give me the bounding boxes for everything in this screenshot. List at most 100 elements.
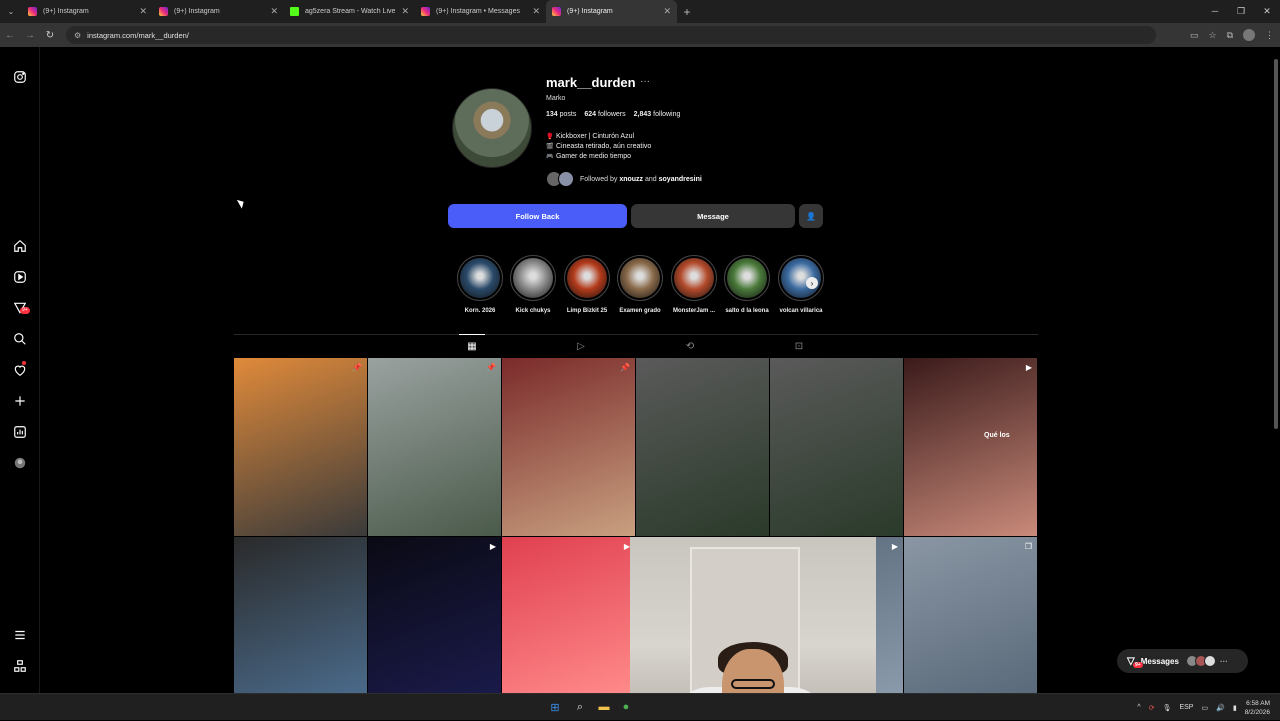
highlights-next-chevron-icon[interactable]: › (806, 277, 818, 289)
instagram-logo-icon[interactable] (12, 69, 28, 85)
dashboard-icon[interactable] (12, 424, 28, 440)
story-highlight[interactable]: salto d la leona (722, 255, 772, 314)
post-thumbnail[interactable]: 📌 (368, 358, 501, 536)
more-menu-icon[interactable] (12, 627, 28, 643)
followers-count[interactable]: 624 followers (584, 111, 625, 118)
extensions-icon[interactable]: ⧉ (1227, 30, 1233, 41)
reels-icon[interactable] (12, 269, 28, 285)
windows-start-icon[interactable]: ⊞ (548, 700, 562, 714)
reposts-tab-icon[interactable]: ⟲ (683, 339, 697, 353)
browser-tab[interactable]: (9+) Instagram • Messages ✕ (415, 0, 546, 23)
profile-avatar-icon[interactable] (12, 455, 28, 471)
post-thumbnail[interactable] (234, 537, 367, 693)
bio-line: 🥊 Kickboxer | Cinturón Azul (546, 133, 635, 140)
instagram-icon (421, 7, 430, 16)
browser-tab[interactable]: ag5zera Stream - Watch Live o ✕ (284, 0, 415, 23)
network-icon[interactable]: ▭ (1201, 704, 1208, 712)
browser-menu-icon[interactable]: ⋮ (1265, 30, 1274, 41)
bookmark-star-icon[interactable]: ☆ (1208, 30, 1216, 41)
story-highlight[interactable]: Examen grado (615, 255, 665, 314)
highlight-label: MonsterJam ... (672, 308, 715, 314)
site-info-icon[interactable]: ⚙ (74, 31, 81, 40)
posts-grid-tab-icon[interactable]: ▦ (459, 334, 485, 353)
reload-icon[interactable]: ↻ (40, 30, 60, 41)
browser-profile-avatar[interactable] (1243, 29, 1255, 41)
notifications-heart-icon[interactable] (12, 361, 28, 378)
taskbar-search-icon[interactable]: ⌕ (573, 700, 587, 714)
post-thumbnail[interactable]: 📌 (234, 358, 367, 536)
restore-icon[interactable]: ❐ (1228, 0, 1254, 23)
post-thumbnail[interactable]: ▶ (368, 537, 501, 693)
story-highlight[interactable]: Kick chukys (508, 255, 558, 314)
minimize-icon[interactable]: ─ (1202, 0, 1228, 23)
home-icon[interactable] (12, 238, 28, 254)
mutual-avatar (558, 171, 574, 187)
post-thumbnail[interactable]: 📌 (502, 358, 635, 536)
forward-icon[interactable]: → (20, 30, 40, 41)
options-ellipsis-icon[interactable]: ··· (640, 76, 650, 87)
scrollbar-thumb[interactable] (1274, 59, 1278, 429)
back-icon[interactable]: ← (0, 30, 20, 41)
followed-by[interactable]: Followed by xnouzz and soyandresini (546, 171, 702, 187)
post-thumbnail[interactable] (636, 358, 769, 536)
url-field[interactable]: ⚙ instagram.com/mark__durden/ (66, 26, 1156, 44)
tray-app-icon[interactable]: ⟳ (1149, 704, 1155, 712)
system-tray: ^ ⟳ 🎙 ESP ▭ 🔊 ▮ 6:58 AM 8/2/2026 (1137, 694, 1270, 721)
follow-back-button[interactable]: Follow Back (448, 204, 627, 228)
file-explorer-icon[interactable]: ▬ (597, 700, 611, 714)
pinned-icon: 📌 (352, 363, 362, 372)
suggested-users-icon[interactable]: 👤 (799, 204, 823, 228)
browser-tab[interactable]: (9+) Instagram ✕ (22, 0, 153, 23)
chrome-icon[interactable]: ● (619, 700, 633, 714)
tab-title: (9+) Instagram (43, 8, 89, 15)
create-plus-icon[interactable] (12, 393, 28, 409)
post-thumbnail[interactable]: ❐ (904, 537, 1037, 693)
message-button[interactable]: Message (631, 204, 795, 228)
story-highlight[interactable]: MonsterJam ... (669, 255, 719, 314)
profile-picture[interactable] (452, 88, 532, 168)
profile-content-tabs: ▦ ▷ ⟲ ⊡ (234, 334, 1038, 356)
cast-icon[interactable]: ▭ (1190, 30, 1199, 41)
tab-close-icon[interactable]: ✕ (663, 6, 671, 17)
browser-tab-active[interactable]: (9+) Instagram ✕ (546, 0, 677, 23)
story-highlight[interactable]: Korn. 2026 (455, 255, 505, 314)
search-icon[interactable] (12, 331, 28, 347)
tab-title: (9+) Instagram (174, 8, 220, 15)
tab-search-icon[interactable]: ⌄ (0, 0, 22, 23)
post-thumbnail[interactable]: ▶ (502, 537, 635, 693)
tagged-tab-icon[interactable]: ⊡ (792, 339, 806, 353)
language-indicator[interactable]: ESP (1179, 704, 1193, 711)
reels-tab-icon[interactable]: ▷ (574, 339, 588, 353)
notification-dot (22, 361, 26, 365)
post-thumbnail[interactable] (770, 358, 903, 536)
tab-close-icon[interactable]: ✕ (139, 6, 147, 17)
profile-bio: 🥊 Kickboxer | Cinturón Azul 🎬 Cineasta r… (546, 132, 651, 162)
following-count[interactable]: 2,843 following (634, 111, 681, 118)
story-highlight[interactable]: Limp Bizkit 25 (562, 255, 612, 314)
volume-icon[interactable]: 🔊 (1216, 704, 1225, 712)
url-text: instagram.com/mark__durden/ (87, 30, 189, 40)
post-thumbnail[interactable]: ▶ Qué los (904, 358, 1037, 536)
also-from-meta-icon[interactable] (12, 658, 28, 674)
tab-close-icon[interactable]: ✕ (270, 6, 278, 17)
new-tab-icon[interactable]: + (677, 5, 697, 19)
close-window-icon[interactable]: ✕ (1254, 0, 1280, 23)
instagram-icon (552, 7, 561, 16)
battery-icon[interactable]: ▮ (1233, 704, 1237, 712)
kick-icon (290, 7, 299, 16)
highlight-label: volcan villarica (779, 308, 823, 314)
posts-count: 134 posts (546, 111, 577, 118)
story-highlight[interactable]: volcan villarica (776, 255, 826, 314)
carousel-icon: ❐ (1024, 542, 1032, 551)
page-scrollbar[interactable] (1272, 47, 1280, 693)
highlight-cover (727, 258, 767, 298)
profile-full-name: Marko (546, 95, 566, 102)
browser-tab[interactable]: (9+) Instagram ✕ (153, 0, 284, 23)
microphone-icon[interactable]: 🎙 (1163, 704, 1172, 712)
tab-close-icon[interactable]: ✕ (401, 6, 409, 17)
direct-messages-icon[interactable]: 9+ (12, 300, 30, 316)
tray-chevron-icon[interactable]: ^ (1137, 704, 1140, 711)
tab-close-icon[interactable]: ✕ (532, 6, 540, 17)
system-clock[interactable]: 6:58 AM 8/2/2026 (1245, 699, 1270, 717)
messages-floating-button[interactable]: ▽ 9+ Messages ··· (1117, 649, 1248, 673)
